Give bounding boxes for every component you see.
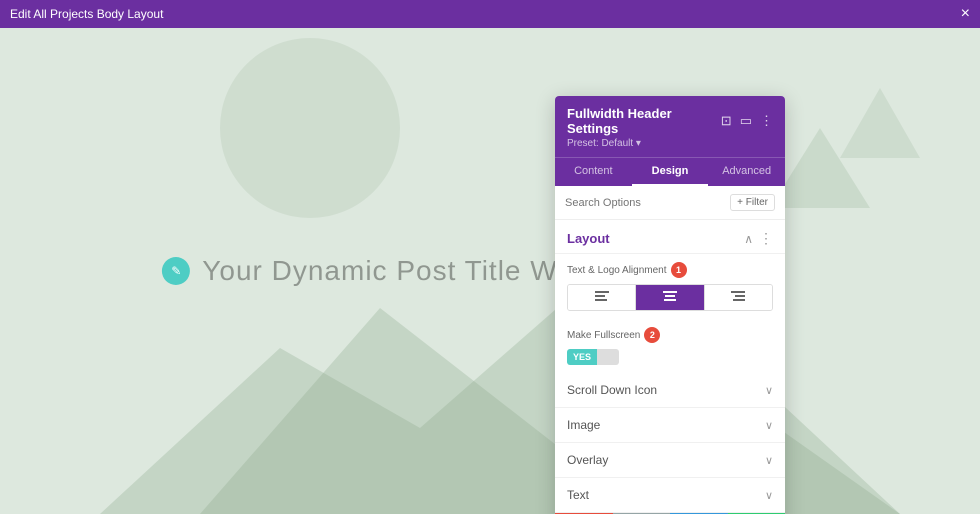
panel-body: Layout ∧ ⋮ Text & Logo Alignment 1: [555, 220, 785, 513]
minimize-icon[interactable]: ⊡: [721, 113, 732, 129]
text-logo-alignment-row: Text & Logo Alignment 1: [555, 254, 785, 319]
alignment-buttons: [567, 284, 773, 311]
canvas: ✎ Your Dynamic Post Title W... Fullwidth…: [0, 28, 980, 514]
text-section: Text ∨: [555, 478, 785, 513]
align-left-button[interactable]: [568, 285, 636, 310]
image-chevron-icon: ∨: [765, 419, 773, 432]
panel-tabs: Content Design Advanced: [555, 157, 785, 186]
panel-title: Fullwidth Header Settings: [567, 106, 721, 136]
fullscreen-toggle[interactable]: YES: [567, 349, 773, 365]
image-section: Image ∨: [555, 408, 785, 443]
filter-button[interactable]: + Filter: [730, 194, 775, 211]
scroll-down-icon-header[interactable]: Scroll Down Icon ∨: [555, 373, 785, 407]
layout-section-header: Layout ∧ ⋮: [555, 220, 785, 254]
overlay-title: Overlay: [567, 453, 608, 467]
toggle-yes[interactable]: YES: [567, 349, 597, 365]
canvas-post-title: Your Dynamic Post Title W...: [202, 255, 582, 287]
make-fullscreen-row: Make Fullscreen 2 YES: [555, 319, 785, 373]
align-right-button[interactable]: [705, 285, 772, 310]
tab-design[interactable]: Design: [632, 158, 709, 186]
canvas-center-content: ✎ Your Dynamic Post Title W...: [162, 255, 582, 287]
tab-content[interactable]: Content: [555, 158, 632, 186]
text-title: Text: [567, 488, 589, 502]
search-row: + Filter: [555, 186, 785, 220]
panel-header-icons: ⊡ ▭ ⋮: [721, 113, 773, 129]
layout-title: Layout: [567, 231, 610, 246]
close-icon[interactable]: ×: [961, 6, 970, 22]
top-bar-title: Edit All Projects Body Layout: [10, 7, 163, 21]
badge-1: 1: [671, 262, 687, 278]
make-fullscreen-label: Make Fullscreen 2: [567, 327, 773, 343]
top-bar: Edit All Projects Body Layout ×: [0, 0, 980, 28]
text-logo-alignment-label: Text & Logo Alignment 1: [567, 262, 773, 278]
badge-2: 2: [644, 327, 660, 343]
scroll-down-icon-section: Scroll Down Icon ∨: [555, 373, 785, 408]
panel-header: Fullwidth Header Settings ⊡ ▭ ⋮ Preset: …: [555, 96, 785, 157]
more-options-icon[interactable]: ⋮: [760, 113, 773, 129]
collapse-icon[interactable]: ∧: [744, 232, 753, 246]
toggle-no[interactable]: [597, 349, 619, 365]
panel-preset[interactable]: Preset: Default ▾: [567, 138, 773, 149]
search-input[interactable]: [565, 197, 724, 209]
image-header[interactable]: Image ∨: [555, 408, 785, 442]
image-title: Image: [567, 418, 600, 432]
overlay-header[interactable]: Overlay ∨: [555, 443, 785, 477]
text-chevron-icon: ∨: [765, 489, 773, 502]
scroll-down-chevron-icon: ∨: [765, 384, 773, 397]
overlay-chevron-icon: ∨: [765, 454, 773, 467]
overlay-section: Overlay ∨: [555, 443, 785, 478]
edit-icon[interactable]: ✎: [162, 257, 190, 285]
tab-advanced[interactable]: Advanced: [708, 158, 785, 186]
scroll-down-icon-title: Scroll Down Icon: [567, 383, 657, 397]
text-header[interactable]: Text ∨: [555, 478, 785, 512]
align-center-button[interactable]: [636, 285, 704, 310]
settings-panel: Fullwidth Header Settings ⊡ ▭ ⋮ Preset: …: [555, 96, 785, 514]
expand-icon[interactable]: ▭: [740, 113, 752, 129]
section-more-icon[interactable]: ⋮: [759, 230, 773, 247]
section-controls: ∧ ⋮: [744, 230, 773, 247]
